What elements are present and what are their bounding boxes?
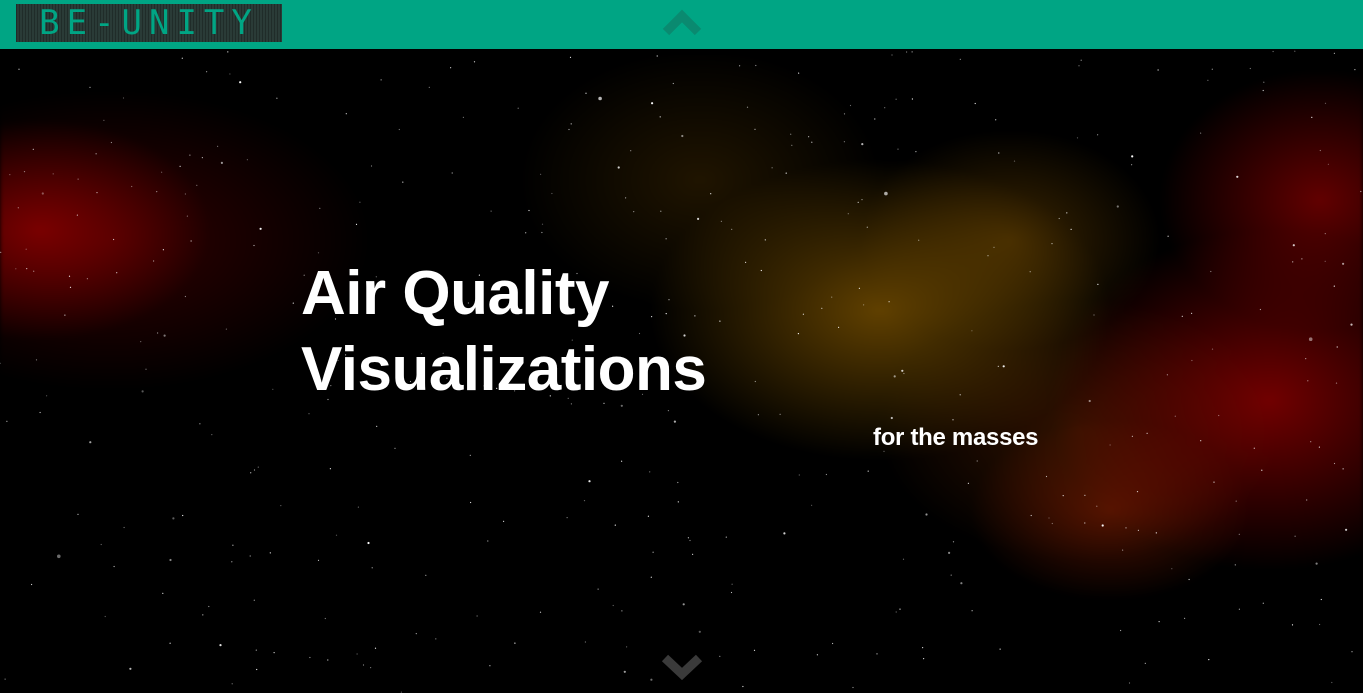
chevron-up-icon[interactable] — [662, 8, 702, 36]
page-title: Air Quality Visualizations — [301, 256, 707, 408]
title-line-2: Visualizations — [301, 335, 707, 404]
page-subtitle: for the masses — [873, 424, 1039, 451]
title-line-1: Air Quality — [301, 259, 610, 328]
be-unity-logo[interactable]: BE-UNITY — [16, 4, 282, 42]
chevron-down-icon[interactable] — [660, 652, 704, 682]
page: BE-UNITY Air Quality Visualizations for … — [0, 0, 1363, 693]
